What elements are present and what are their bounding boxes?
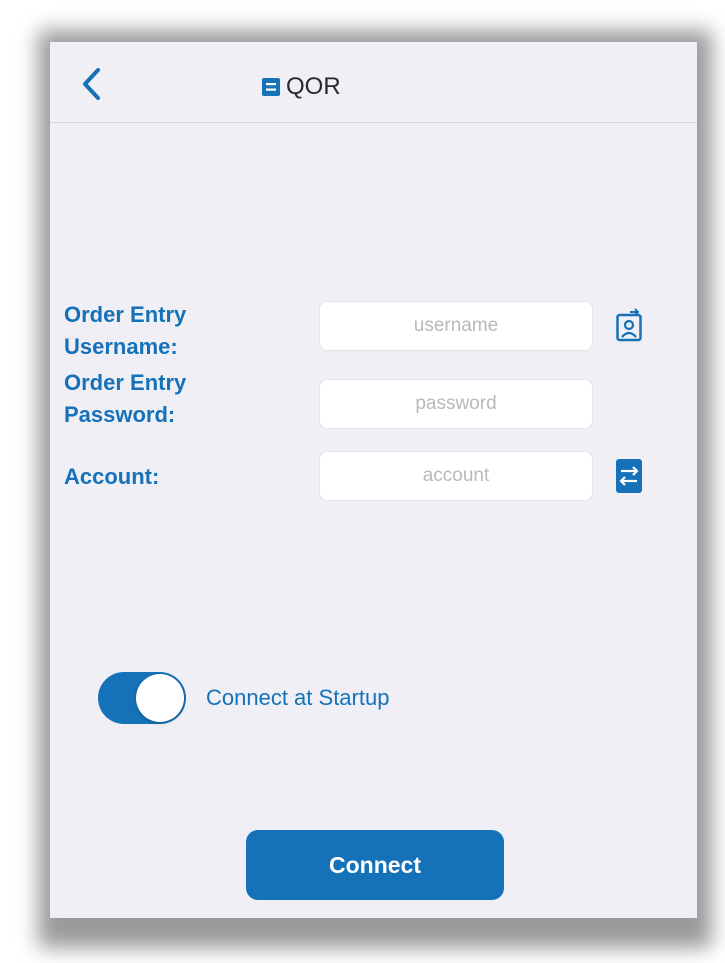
app-screen: QOR Order Entry Username: Order Entry Pa… [50, 42, 697, 918]
password-label-line2: Password: [64, 402, 176, 427]
username-label-line1: Order Entry [64, 302, 187, 327]
document-icon [262, 78, 280, 96]
username-label-line2: Username: [64, 334, 178, 359]
chevron-left-icon [83, 68, 100, 100]
connect-button[interactable]: Connect [246, 830, 504, 900]
page-title: QOR [262, 72, 341, 102]
connect-at-startup-toggle[interactable] [98, 672, 186, 724]
navigation-bar: QOR [50, 42, 697, 123]
password-label-line1: Order Entry [64, 370, 187, 395]
back-button[interactable] [80, 66, 102, 102]
account-label: Account: [64, 464, 160, 489]
password-field[interactable] [319, 379, 593, 429]
account-field[interactable] [319, 451, 593, 501]
connect-at-startup-label: Connect at Startup [206, 685, 390, 710]
username-field[interactable] [319, 301, 593, 351]
page-title-text: QOR [286, 73, 341, 100]
username-label: Order Entry Username: [64, 300, 186, 362]
contact-card-icon [616, 308, 642, 342]
toggle-knob [136, 674, 184, 722]
contacts-button[interactable] [616, 308, 642, 342]
password-label: Order Entry Password: [64, 368, 186, 430]
swap-arrows-icon [616, 459, 642, 493]
switch-account-button[interactable] [616, 459, 642, 493]
